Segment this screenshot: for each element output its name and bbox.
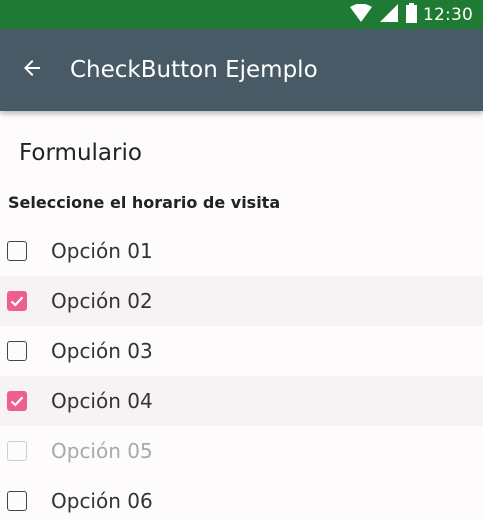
option-02[interactable]: Opción 02 bbox=[0, 276, 483, 326]
checkbox-icon[interactable] bbox=[7, 491, 27, 511]
option-label: Opción 02 bbox=[51, 289, 153, 313]
options-list: Opción 01 Opción 02 Opción 03 Opción 04 … bbox=[0, 226, 483, 519]
signal-icon bbox=[380, 3, 398, 26]
option-05: Opción 05 bbox=[0, 426, 483, 476]
option-04[interactable]: Opción 04 bbox=[0, 376, 483, 426]
checkbox-icon[interactable] bbox=[7, 341, 27, 361]
app-bar: CheckButton Ejemplo bbox=[0, 29, 483, 111]
option-label: Opción 03 bbox=[51, 339, 153, 363]
checkbox-icon bbox=[7, 441, 27, 461]
option-label: Opción 05 bbox=[51, 439, 153, 463]
option-03[interactable]: Opción 03 bbox=[0, 326, 483, 376]
arrow-left-icon bbox=[20, 56, 44, 84]
checkbox-checked-icon[interactable] bbox=[7, 291, 27, 311]
option-06[interactable]: Opción 06 bbox=[0, 476, 483, 519]
checkbox-icon[interactable] bbox=[7, 241, 27, 261]
back-button[interactable] bbox=[14, 52, 50, 88]
status-time: 12:30 bbox=[423, 4, 473, 25]
option-label: Opción 01 bbox=[51, 239, 153, 263]
battery-icon bbox=[406, 2, 417, 27]
option-label: Opción 06 bbox=[51, 489, 153, 513]
option-01[interactable]: Opción 01 bbox=[0, 226, 483, 276]
app-title: CheckButton Ejemplo bbox=[70, 57, 318, 83]
status-icons bbox=[350, 2, 417, 27]
checkbox-checked-icon[interactable] bbox=[7, 391, 27, 411]
status-bar: 12:30 bbox=[0, 0, 483, 29]
wifi-icon bbox=[350, 3, 372, 26]
form-title: Formulario bbox=[19, 140, 142, 166]
form-subtitle: Seleccione el horario de visita bbox=[8, 193, 281, 212]
option-label: Opción 04 bbox=[51, 389, 153, 413]
